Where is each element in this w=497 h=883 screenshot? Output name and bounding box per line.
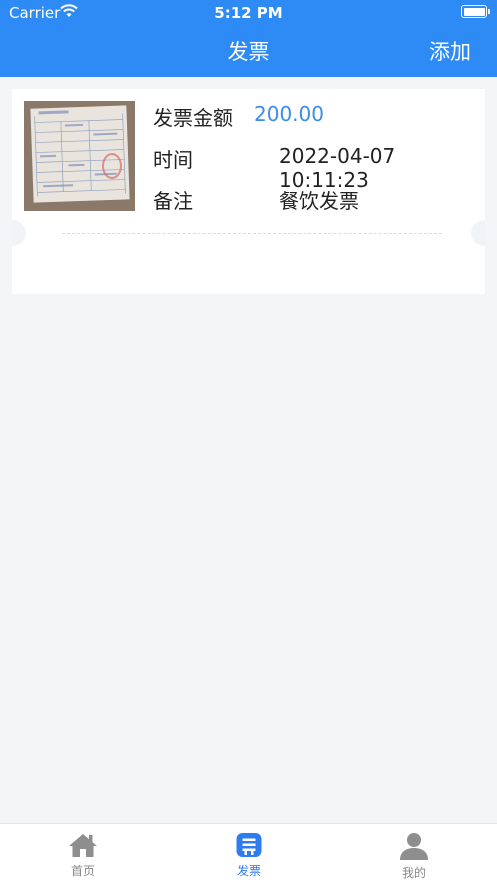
time-label: 时间 xyxy=(153,148,193,172)
tab-invoice[interactable]: 发票 xyxy=(219,832,279,879)
invoice-card[interactable]: 发票金额 200.00 时间 2022-04-07 10:11:23 备注 餐饮… xyxy=(12,89,485,294)
page-title: 发票 xyxy=(227,40,270,64)
ticket-notch-left xyxy=(12,220,26,246)
invoice-icon xyxy=(236,833,262,857)
tab-home[interactable]: 首页 xyxy=(53,832,113,879)
tab-home-label: 首页 xyxy=(70,864,95,878)
dashed-divider xyxy=(62,233,442,234)
tab-mine[interactable]: 我的 xyxy=(384,832,444,881)
user-icon xyxy=(400,833,428,860)
header: Carrier 5:12 PM 发票 添加 xyxy=(0,0,497,77)
tab-invoice-label: 发票 xyxy=(236,864,261,878)
ticket-notch-right xyxy=(471,220,485,246)
status-bar: Carrier 5:12 PM xyxy=(0,0,497,26)
remark-label: 备注 xyxy=(153,189,193,213)
amount-label: 发票金额 xyxy=(153,106,233,130)
tab-bar: 首页 发票 我的 xyxy=(0,823,497,883)
add-button[interactable]: 添加 xyxy=(429,36,471,66)
status-time: 5:12 PM xyxy=(214,4,283,22)
home-icon xyxy=(69,834,97,857)
remark-value: 餐饮发票 xyxy=(279,189,359,213)
amount-value: 200.00 xyxy=(254,102,324,126)
battery-icon xyxy=(461,5,490,18)
tab-mine-label: 我的 xyxy=(401,866,426,880)
invoice-thumbnail[interactable] xyxy=(24,101,135,211)
